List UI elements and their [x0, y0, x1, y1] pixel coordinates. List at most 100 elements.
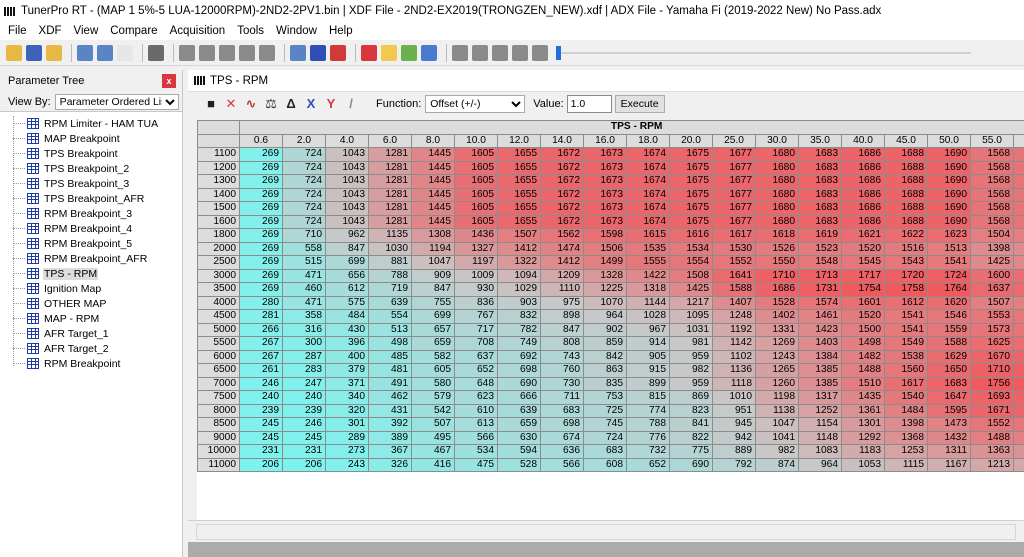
table-cell[interactable]: 269: [239, 228, 283, 243]
table-cell[interactable]: 1243: [755, 349, 799, 364]
table-cell[interactable]: 1655: [497, 187, 541, 202]
slider-thumb[interactable]: [556, 45, 561, 60]
table-cell[interactable]: 1675: [669, 187, 713, 202]
table-cell[interactable]: 930: [454, 282, 498, 297]
open-xdf-icon[interactable]: [46, 44, 62, 61]
table-cell[interactable]: 1650: [927, 363, 971, 378]
table-cell[interactable]: 1625: [970, 336, 1014, 351]
table-cell[interactable]: 1482: [841, 349, 885, 364]
table-cell[interactable]: 507: [411, 417, 455, 432]
table-cell[interactable]: 903: [497, 295, 541, 310]
table-cell[interactable]: 1110: [540, 282, 584, 297]
table-cell[interactable]: 515: [282, 255, 326, 270]
menu-view[interactable]: View: [68, 25, 105, 37]
table-cell[interactable]: 1655: [497, 147, 541, 162]
table-cell[interactable]: 340: [325, 390, 369, 405]
compare-icon[interactable]: [330, 44, 346, 61]
table-cell[interactable]: 1674: [626, 214, 670, 229]
table-cell[interactable]: 1095: [669, 309, 713, 324]
table-cell[interactable]: 967: [626, 322, 670, 337]
table-cell[interactable]: 1680: [755, 160, 799, 175]
table-cell[interactable]: 1423: [798, 322, 842, 337]
table-cell[interactable]: 1425: [970, 255, 1014, 270]
table-cell[interactable]: 760: [540, 363, 584, 378]
table-cell[interactable]: 1686: [841, 214, 885, 229]
tree-item[interactable]: TPS Breakpoint: [0, 146, 182, 161]
table-cell[interactable]: 725: [583, 403, 627, 418]
close-icon[interactable]: x: [162, 74, 176, 88]
tree-item[interactable]: AFR Target_1: [0, 326, 182, 341]
table-cell[interactable]: 1688: [884, 214, 928, 229]
table-cell[interactable]: 566: [540, 457, 584, 472]
table-cell[interactable]: 639: [497, 403, 541, 418]
table-cell[interactable]: 743: [540, 349, 584, 364]
table-cell[interactable]: 1318: [626, 282, 670, 297]
table-cell[interactable]: 1384: [798, 349, 842, 364]
table-cell[interactable]: 1526: [755, 241, 799, 256]
table-cell[interactable]: 674: [540, 430, 584, 445]
table-cell[interactable]: 1144: [626, 295, 670, 310]
table-cell[interactable]: 774: [626, 403, 670, 418]
table-cell[interactable]: 724: [282, 160, 326, 175]
table-cell[interactable]: 1154: [798, 417, 842, 432]
table-cell[interactable]: 832: [497, 309, 541, 324]
table-cell[interactable]: 1545: [841, 255, 885, 270]
table-cell[interactable]: 1252: [798, 403, 842, 418]
table-cell[interactable]: 1311: [927, 444, 971, 459]
table-cell[interactable]: 1269: [755, 336, 799, 351]
table-cell[interactable]: 1717: [841, 268, 885, 283]
table-cell[interactable]: 1253: [884, 444, 928, 459]
tree-item[interactable]: AFR Target_2: [0, 341, 182, 356]
table-cell[interactable]: 1598: [583, 228, 627, 243]
table-cell[interactable]: 300: [282, 336, 326, 351]
menu-window[interactable]: Window: [270, 25, 323, 37]
table-cell[interactable]: 1758: [884, 282, 928, 297]
table-cell[interactable]: 1031: [669, 322, 713, 337]
table-cell[interactable]: 1655: [497, 201, 541, 216]
table-cell[interactable]: 1445: [411, 174, 455, 189]
row-header[interactable]: 1100: [197, 147, 240, 162]
table-cell[interactable]: 666: [497, 390, 541, 405]
table-cell[interactable]: 909: [411, 268, 455, 283]
table-cell[interactable]: 1677: [712, 160, 756, 175]
table-cell[interactable]: 1368: [884, 430, 928, 445]
table-cell[interactable]: 1209: [540, 268, 584, 283]
table-cell[interactable]: 782: [497, 322, 541, 337]
table-cell[interactable]: 1534: [669, 241, 713, 256]
row-header[interactable]: 7000: [197, 376, 240, 391]
table-cell[interactable]: 951: [712, 403, 756, 418]
table-cell[interactable]: 1675: [669, 147, 713, 162]
table-cell[interactable]: 1213: [970, 457, 1014, 472]
new-file-icon[interactable]: [117, 44, 133, 61]
xdf-copy-icon[interactable]: [97, 44, 113, 61]
row-header[interactable]: 1800: [197, 228, 240, 243]
table-cell[interactable]: 471: [282, 268, 326, 283]
table-cell[interactable]: 1720: [884, 268, 928, 283]
table-cell[interactable]: 1612: [884, 295, 928, 310]
table-cell[interactable]: 1435: [841, 390, 885, 405]
table-cell[interactable]: 554: [368, 309, 412, 324]
column-header[interactable]: 50.0: [927, 133, 971, 148]
stop-icon[interactable]: [512, 44, 528, 61]
table-cell[interactable]: 1568: [970, 160, 1014, 175]
table-cell[interactable]: 1328: [583, 268, 627, 283]
table-cell[interactable]: 1568: [970, 147, 1014, 162]
table-cell[interactable]: 1308: [411, 228, 455, 243]
table-cell[interactable]: 1683: [927, 376, 971, 391]
row-header[interactable]: 3000: [197, 268, 240, 283]
table-cell[interactable]: 964: [583, 309, 627, 324]
table-cell[interactable]: 981: [669, 336, 713, 351]
table-cell[interactable]: 1029: [497, 282, 541, 297]
table-cell[interactable]: 475: [454, 457, 498, 472]
table-cell[interactable]: 1281: [368, 201, 412, 216]
table-cell[interactable]: 1690: [927, 201, 971, 216]
table-cell[interactable]: 788: [626, 417, 670, 432]
tree-item[interactable]: RPM Breakpoint_AFR: [0, 251, 182, 266]
column-header[interactable]: 2.0: [282, 133, 326, 148]
table-cell[interactable]: 1197: [454, 255, 498, 270]
table-cell[interactable]: 269: [239, 268, 283, 283]
table-cell[interactable]: 1102: [712, 349, 756, 364]
table-cell[interactable]: 1043: [325, 160, 369, 175]
table-cell[interactable]: 1615: [626, 228, 670, 243]
table-cell[interactable]: 1560: [884, 363, 928, 378]
